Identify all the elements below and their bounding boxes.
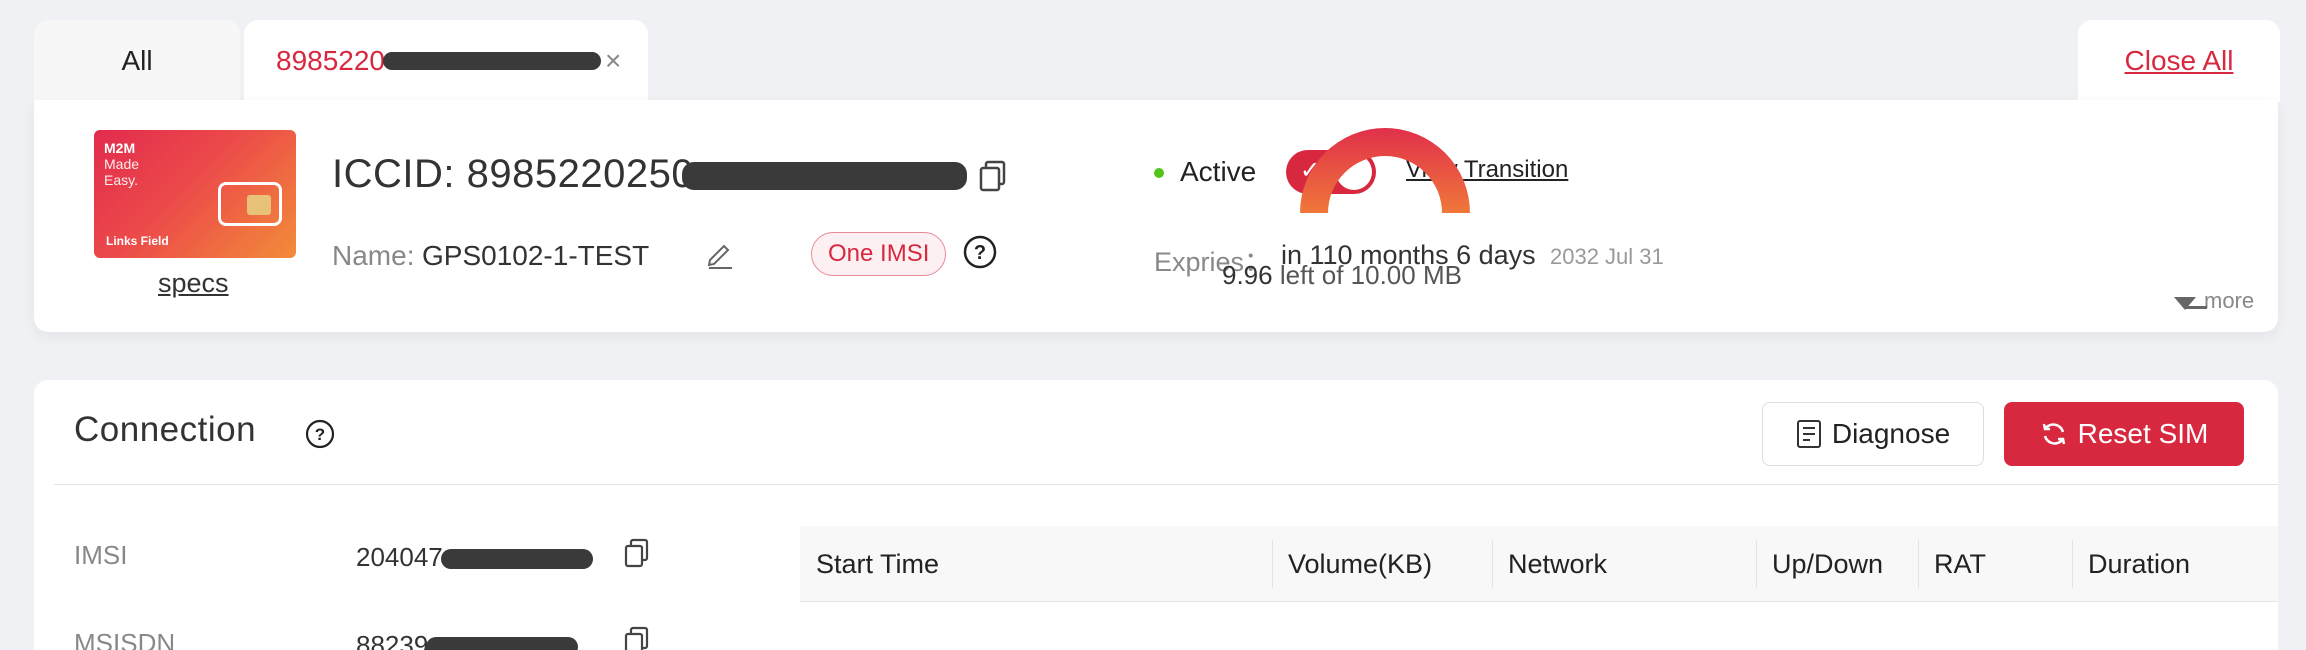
sim-card-line2: Made Easy. (104, 156, 140, 188)
data-left-value: 9.96 (1222, 260, 1273, 290)
caret-down-icon (2174, 296, 2207, 310)
status-label: Active (1180, 156, 1257, 187)
data-left-label: left of 10.00 MB (1279, 260, 1462, 290)
close-icon[interactable]: × (605, 45, 621, 77)
edit-icon[interactable] (706, 240, 734, 270)
tab-sim-label: 8985220 (276, 45, 386, 76)
help-icon[interactable]: ? (304, 418, 336, 450)
svg-text:?: ? (315, 425, 325, 444)
column-header[interactable]: Volume(KB) (1288, 526, 1432, 602)
one-imsi-badge: One IMSI (811, 232, 947, 276)
column-header[interactable]: Duration (2088, 526, 2190, 602)
more-toggle[interactable]: more (2174, 288, 2254, 314)
connection-title: Connection (74, 410, 257, 449)
column-header[interactable]: Network (1508, 526, 1607, 602)
copy-icon[interactable] (624, 626, 650, 650)
connection-card: Connection ? Diagnose Reset SIM IMSI 204… (34, 380, 2278, 650)
redacted-text (426, 637, 579, 650)
redacted-text (383, 52, 602, 70)
diagnose-button[interactable]: Diagnose (1762, 402, 1984, 466)
close-all-link[interactable]: Close All (2078, 20, 2280, 102)
iccid-heading: ICCID: 8985220250 (332, 152, 1007, 197)
msisdn-value: 88239 (356, 630, 579, 650)
msisdn-label: MSISDN (74, 628, 176, 650)
specs-link[interactable]: specs (158, 268, 229, 299)
data-usage-gauge (1300, 128, 1470, 213)
copy-icon[interactable] (979, 160, 1007, 192)
column-header[interactable]: Up/Down (1772, 526, 1883, 602)
sim-card-image: M2M Made Easy. Links Field (94, 130, 296, 258)
imsi-label: IMSI (74, 540, 128, 570)
tab-sim[interactable]: 8985220 × (244, 20, 648, 102)
expires-date: 2032 Jul 31 (1550, 244, 1664, 269)
refresh-icon (2042, 423, 2065, 445)
svg-text:?: ? (974, 242, 986, 264)
diagnose-icon (1796, 420, 1821, 448)
iccid-value: 8985220250 (466, 152, 695, 196)
sim-card-brand: Links Field (106, 234, 169, 248)
iccid-label: ICCID: (332, 152, 455, 196)
sim-chip-icon (218, 182, 282, 226)
imsi-value: 204047 (356, 542, 593, 573)
reset-sim-button[interactable]: Reset SIM (2004, 402, 2244, 466)
sim-summary-card: M2M Made Easy. Links Field specs ICCID: … (34, 100, 2278, 332)
status-dot (1154, 168, 1164, 178)
tab-all-label: All (121, 45, 153, 76)
sim-card-line1: M2M (104, 140, 136, 156)
column-header[interactable]: RAT (1934, 526, 1986, 602)
data-left-text: 9.96 left of 10.00 MB (1222, 260, 1462, 291)
more-label: more (2204, 288, 2255, 313)
name-value: GPS0102-1-TEST (422, 240, 650, 271)
diagnose-label: Diagnose (1831, 418, 1951, 449)
help-icon[interactable]: ? (962, 234, 998, 270)
copy-icon[interactable] (624, 538, 650, 568)
divider (54, 484, 2278, 485)
redacted-text (682, 162, 968, 191)
redacted-text (440, 549, 593, 570)
close-all-label: Close All (2124, 45, 2234, 76)
column-header[interactable]: Start Time (816, 526, 939, 602)
name-label: Name: (332, 240, 415, 271)
sessions-table-header: Start Time Volume(KB) Network Up/Down RA… (800, 526, 2278, 602)
reset-sim-label: Reset SIM (2077, 418, 2209, 449)
tab-all[interactable]: All (34, 20, 240, 102)
